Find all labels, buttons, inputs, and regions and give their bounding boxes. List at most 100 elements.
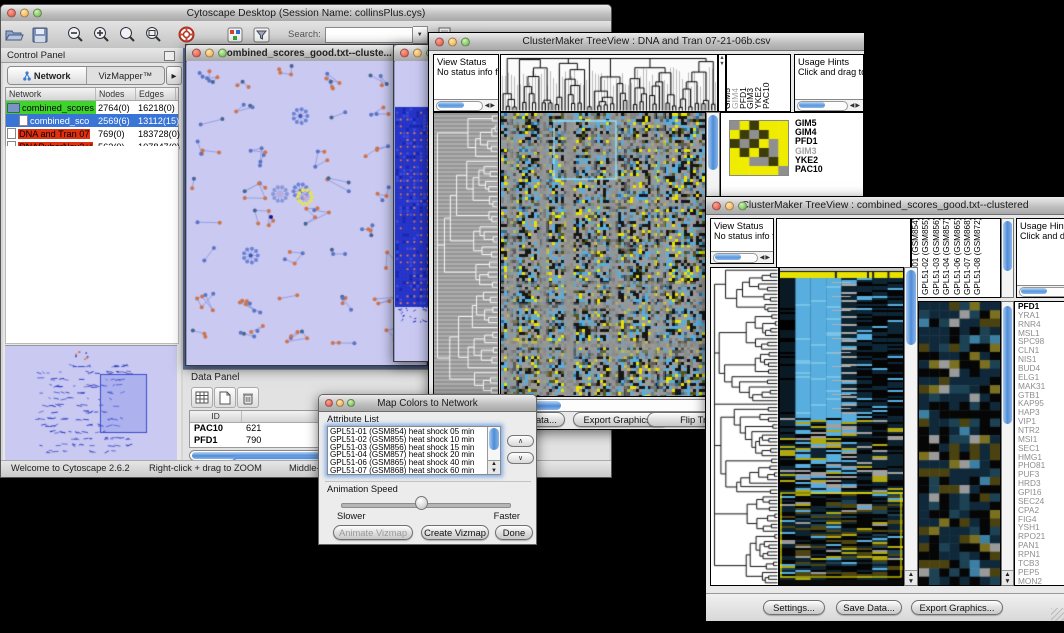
dialog-title: Map Colors to Network [377,398,477,409]
network-view-title: combined_scores_good.txt--cluste... [221,48,391,59]
close-icon[interactable] [435,37,444,46]
slider-thumb[interactable] [415,496,428,510]
animate-vizmap-button[interactable]: Animate Vizmap [333,525,413,540]
search-input[interactable] [325,27,413,43]
heatmap-global-canvas[interactable] [780,268,903,585]
scroll-arrows-icon[interactable]: ▲▼ [1002,570,1013,585]
network-name: DNA and Tran 07 [18,129,90,139]
treeview1-title: ClusterMaker TreeView : DNA and Tran 07-… [522,36,770,47]
attribute-list-scrollbar[interactable]: ▲▼ [487,427,500,474]
edges-count: 16218(0) [136,103,176,113]
tab-overflow-icon[interactable]: ▶ [166,66,182,85]
move-up-button[interactable]: ∧ [507,435,534,447]
tab-vizmapper[interactable]: VizMapper™ [87,67,165,84]
create-vizmap-button[interactable]: Create Vizmap [421,525,489,540]
usage-hints-scrollbar[interactable]: ◀▶ [1017,285,1064,297]
filter-icon[interactable] [249,24,273,45]
heatmap-canvas[interactable] [501,113,705,396]
slower-label: Slower [337,511,365,521]
float-panel-icon[interactable] [164,51,175,61]
gene-list-vscrollbar[interactable]: ▲▼ [1001,301,1014,586]
network-name: combined_scores [22,103,94,113]
create-attribute-icon[interactable] [214,387,236,408]
help-lifering-icon[interactable] [174,24,198,45]
done-button[interactable]: Done [495,525,533,540]
usage-hints-scrollbar[interactable]: ◀▶ [795,99,863,111]
view-status-scrollbar[interactable]: ◀▶ [711,251,773,263]
scroll-arrows-icon[interactable]: ◀▶ [760,254,773,261]
labels-vscrollbar[interactable] [1001,218,1014,298]
zoom-window-icon[interactable] [738,201,747,210]
heatmap-vscrollbar[interactable]: ▲▼ [904,267,918,586]
export-graphics-button[interactable]: Export Graphics... [911,600,1003,615]
dialog-titlebar[interactable]: Map Colors to Network [319,395,536,412]
file-icon [7,128,16,139]
network-name: combined_sco [30,116,89,126]
close-icon[interactable] [192,49,201,58]
control-panel-header: Control Panel [1,48,183,63]
zoom-window-icon[interactable] [347,399,355,407]
select-attributes-icon[interactable] [191,387,213,408]
network-view-titlebar[interactable]: combined_scores_good.txt--cluste... [186,45,427,62]
move-down-button[interactable]: ∨ [507,452,534,464]
attribute-list[interactable]: GPL51-01 (GSM854) heat shock 05 minGPL51… [327,426,501,475]
network-overview-thumbnail[interactable] [5,345,177,462]
network-name-cell: DNA and Tran 07 [6,127,96,140]
zoomed-matrix-canvas[interactable] [729,120,789,176]
close-icon[interactable] [7,9,16,18]
attribute-mapper-icon[interactable] [223,24,247,45]
save-icon[interactable] [28,24,52,45]
settings-button[interactable]: Settings... [763,600,825,615]
zoom-in-icon[interactable] [89,24,113,45]
save-data-button[interactable]: Save Data... [836,600,902,615]
minimize-icon[interactable] [205,49,214,58]
scroll-arrows-icon[interactable]: ▲▼ [905,570,917,585]
column-dendrogram-canvas[interactable] [501,55,717,111]
minimize-icon[interactable] [336,399,344,407]
dendrogram-splitter[interactable]: ▲▼ [718,54,726,112]
attribute-list-item[interactable]: GPL51-07 (GSM868) heat shock 60 min [328,467,488,475]
zoom-window-icon[interactable] [461,37,470,46]
row-dendrogram-canvas[interactable] [711,268,778,585]
nodes-count: 769(0) [96,129,136,139]
zoom-window-icon[interactable] [33,9,42,18]
delete-attribute-icon[interactable] [237,387,259,408]
network-canvas[interactable] [187,61,426,365]
network-list-row[interactable]: DNA and Tran 07769(0)183728(0) [6,127,178,140]
zoom-fit-icon[interactable] [141,24,165,45]
minimize-icon[interactable] [20,9,29,18]
main-titlebar[interactable]: Cytoscape Desktop (Session Name: collins… [1,5,611,22]
view-status-scrollbar[interactable]: ◀▶ [434,99,498,111]
search-dropdown-icon[interactable]: ▼ [413,26,428,44]
scroll-arrows-icon[interactable]: ◀▶ [850,102,863,109]
row-dendrogram-panel [433,112,499,397]
treeview1-titlebar[interactable]: ClusterMaker TreeView : DNA and Tran 07-… [429,33,864,51]
treeview2-title: ClusterMaker TreeView : combined_scores_… [741,200,1028,211]
minimize-icon[interactable] [413,49,422,58]
window-controls [7,9,42,18]
scroll-arrows-icon[interactable]: ▲▼ [488,460,500,474]
open-folder-icon[interactable] [2,24,26,45]
scroll-arrows-icon[interactable]: ◀▶ [485,102,498,109]
tab-network[interactable]: Network [8,67,87,84]
close-icon[interactable] [712,201,721,210]
close-icon[interactable] [400,49,409,58]
treeview2-titlebar[interactable]: ClusterMaker TreeView : combined_scores_… [706,197,1064,215]
row-label: PAC10 [795,165,823,174]
network-list-row[interactable]: combined_scores2764(0)16218(0) [6,101,178,114]
minimize-icon[interactable] [448,37,457,46]
resize-grip[interactable] [1051,608,1064,621]
zoom-selected-icon[interactable] [115,24,139,45]
column-label: GPL51-07 (GSM868) [963,218,972,295]
network-list-row[interactable]: combined_sco2569(6)13112(15) [6,114,178,127]
view-status-box: View Status No status info f ◀▶ [710,218,774,264]
status-pan-hint: Middle- [289,463,319,473]
zoom-window-icon[interactable] [218,49,227,58]
row-dendrogram-canvas[interactable] [434,113,498,396]
treeview2-window: ClusterMaker TreeView : combined_scores_… [705,196,1064,622]
heatmap-zoom-canvas[interactable] [919,302,1000,585]
main-window-title: Cytoscape Desktop (Session Name: collins… [187,8,426,19]
close-icon[interactable] [325,399,333,407]
minimize-icon[interactable] [725,201,734,210]
zoom-out-icon[interactable] [63,24,87,45]
